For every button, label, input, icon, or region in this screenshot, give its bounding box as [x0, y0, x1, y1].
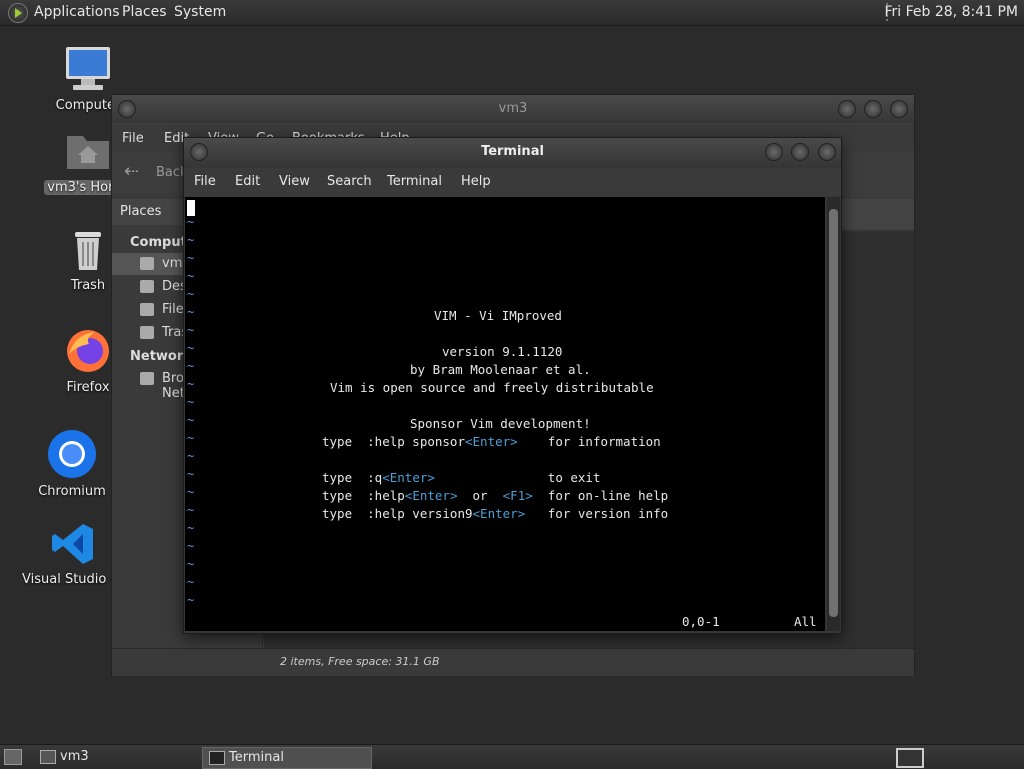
- top-panel: Applications Places System Fri Feb 28, 8…: [0, 0, 1024, 26]
- vim-tilde: ~: [187, 377, 195, 391]
- maximize-icon[interactable]: [791, 143, 809, 161]
- applications-logo-icon[interactable]: [8, 3, 28, 23]
- vim-license: Vim is open source and freely distributa…: [330, 380, 654, 395]
- system-menu[interactable]: System: [174, 4, 226, 20]
- vim-tilde: ~: [187, 251, 195, 265]
- vim-help-line: type :help<Enter> or <F1> for on-line he…: [322, 488, 669, 503]
- vim-tilde: ~: [187, 449, 195, 463]
- terminal-window: Terminal File Edit View Search Terminal …: [183, 137, 842, 634]
- close-icon[interactable]: [818, 143, 836, 161]
- status-bar: 2 items, Free space: 31.1 GB: [112, 648, 914, 676]
- vim-tilde: ~: [187, 485, 195, 499]
- menu-terminal[interactable]: Terminal: [387, 174, 442, 189]
- window-menu-icon[interactable]: [118, 100, 136, 118]
- desktop-icon-label: Chromium: [38, 484, 106, 499]
- bottom-panel: vm3 Terminal: [0, 744, 1024, 769]
- vim-tilde: ~: [187, 467, 195, 481]
- chromium-icon: [48, 430, 96, 478]
- task-vm3[interactable]: vm3: [34, 747, 198, 767]
- terminal-menubar: File Edit View Search Terminal Help: [184, 168, 841, 196]
- menu-file[interactable]: File: [194, 174, 216, 189]
- status-text: 2 items, Free space: 31.1 GB: [280, 655, 440, 668]
- menu-help[interactable]: Help: [461, 174, 491, 189]
- file-manager-title: vm3: [112, 95, 914, 123]
- terminal-screen[interactable]: ~ ~ ~ ~ ~ ~ ~ ~ ~ ~ ~ ~ ~ ~ ~ ~ ~ ~ ~ ~ ~ ~ VIM - Vi IMproved…: [185, 197, 825, 631]
- window-menu-icon[interactable]: [190, 143, 208, 161]
- vim-ruler-scroll: All: [794, 614, 817, 629]
- computer-icon: [66, 47, 110, 90]
- trash-icon: [140, 326, 154, 339]
- vim-help-line: type :help version9<Enter> for version i…: [322, 506, 669, 521]
- show-desktop-icon[interactable]: [4, 749, 22, 765]
- vim-tilde: ~: [187, 521, 195, 535]
- vim-tilde: ~: [187, 431, 195, 445]
- vscode-icon: [52, 524, 93, 564]
- vim-version: version 9.1.1120: [442, 344, 563, 359]
- terminal-title: Terminal: [184, 138, 841, 166]
- home-folder-icon: [67, 136, 109, 169]
- vim-help-line: type :q<Enter> to exit: [322, 470, 601, 485]
- maximize-icon[interactable]: [864, 100, 882, 118]
- trash-icon: [75, 232, 101, 270]
- vim-tilde: ~: [187, 503, 195, 517]
- vim-tilde: ~: [187, 575, 195, 589]
- vim-tilde: ~: [187, 269, 195, 283]
- vim-tilde: ~: [187, 539, 195, 553]
- vim-tilde: ~: [187, 359, 195, 373]
- vim-tilde: ~: [187, 341, 195, 355]
- home-icon: [140, 257, 154, 270]
- minimize-icon[interactable]: [765, 143, 783, 161]
- vim-tilde: ~: [187, 305, 195, 319]
- vim-help-line: type :help sponsor<Enter> for informatio…: [322, 434, 661, 449]
- vim-tilde: ~: [187, 323, 195, 337]
- workspace-switcher[interactable]: [896, 748, 924, 768]
- menu-view[interactable]: View: [279, 174, 310, 189]
- drive-icon: [140, 303, 154, 316]
- vim-tilde: ~: [187, 233, 195, 247]
- vim-author: by Bram Moolenaar et al.: [410, 362, 591, 377]
- back-arrow-icon[interactable]: ⇠: [124, 161, 139, 182]
- vim-tilde: ~: [187, 413, 195, 427]
- desktop-icon: [140, 280, 154, 293]
- terminal-icon: [209, 751, 225, 765]
- vim-title: VIM - Vi IMproved: [434, 308, 562, 323]
- desktop-icon-label: Visual Studio Code: [22, 572, 118, 587]
- home-folder-icon: [40, 750, 56, 764]
- terminal-scrollbar[interactable]: [827, 197, 840, 631]
- firefox-icon: [67, 330, 109, 372]
- scrollbar-thumb[interactable]: [829, 209, 838, 617]
- menu-file[interactable]: File: [122, 131, 144, 146]
- clock[interactable]: Fri Feb 28, 8:41 PM: [885, 4, 1019, 20]
- vim-tilde: ~: [187, 287, 195, 301]
- vim-tilde: ~: [187, 215, 195, 229]
- vim-tilde: ~: [187, 557, 195, 571]
- network-icon: [140, 372, 154, 385]
- desktop-icon-vscode[interactable]: Visual Studio Code: [22, 520, 124, 587]
- vim-sponsor: Sponsor Vim development!: [410, 416, 591, 431]
- vim-ruler-position: 0,0-1: [682, 614, 720, 629]
- places-menu[interactable]: Places: [122, 4, 167, 20]
- desktop-icon-chromium[interactable]: Chromium: [22, 428, 122, 499]
- close-icon[interactable]: [890, 100, 908, 118]
- menu-edit[interactable]: Edit: [235, 174, 260, 189]
- vim-tilde: ~: [187, 593, 195, 607]
- text-cursor: [187, 200, 195, 216]
- vim-tilde: ~: [187, 395, 195, 409]
- applications-menu[interactable]: Applications: [34, 4, 120, 20]
- task-terminal[interactable]: Terminal: [202, 747, 372, 769]
- menu-search[interactable]: Search: [327, 174, 372, 189]
- minimize-icon[interactable]: [838, 100, 856, 118]
